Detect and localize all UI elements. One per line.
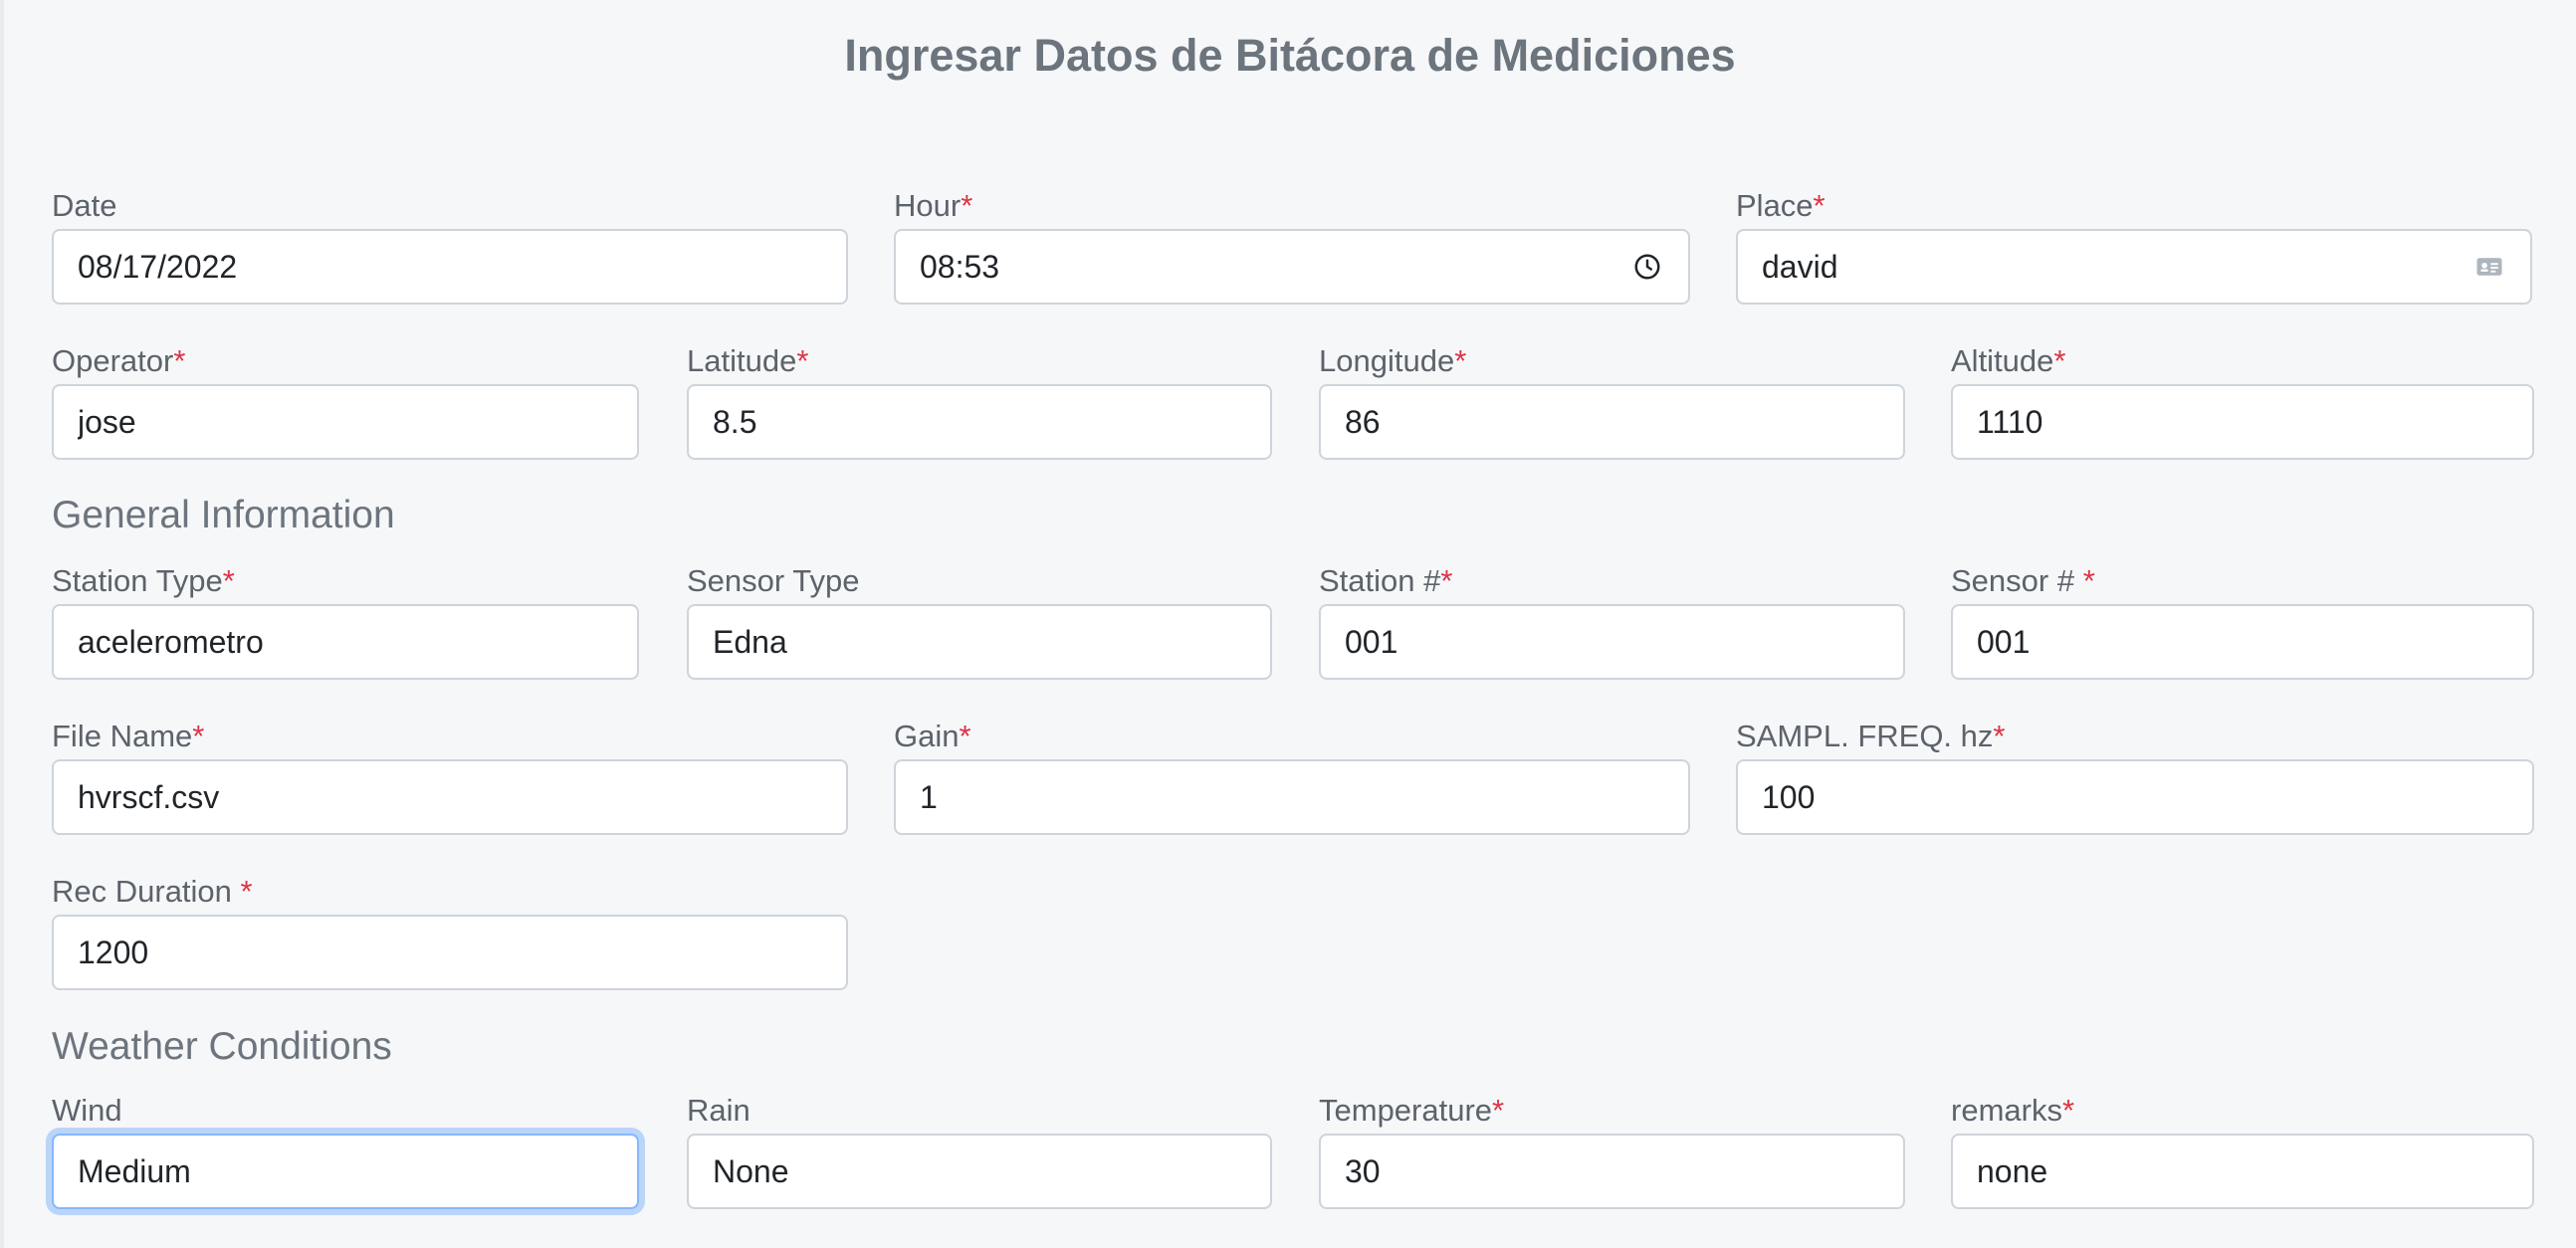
remarks-input[interactable] [1977,1152,2508,1190]
rain-input-box [687,1134,1272,1209]
file-name-field: File Name* [52,718,848,835]
temperature-field: Temperature* [1319,1092,1905,1209]
file-name-label: File Name* [52,719,205,753]
operator-input[interactable] [78,403,613,441]
rec-duration-input[interactable] [78,934,822,971]
contact-card-icon[interactable] [2472,250,2506,284]
operator-field: Operator* [52,342,639,460]
weather-conditions-heading: Weather Conditions [52,1025,392,1068]
longitude-input[interactable] [1345,403,1879,441]
latitude-input[interactable] [713,403,1246,441]
temperature-input-box [1319,1134,1905,1209]
altitude-input-box [1951,384,2534,460]
longitude-field: Longitude* [1319,342,1905,460]
station-number-input-box [1319,604,1905,680]
sampling-frequency-label: SAMPL. FREQ. hz* [1736,719,2006,753]
latitude-input-box [687,384,1272,460]
sensor-number-label: Sensor # * [1951,563,2095,598]
place-label: Place* [1736,188,1825,223]
operator-label: Operator* [52,343,186,378]
longitude-input-box [1319,384,1905,460]
sensor-number-field: Sensor # * [1951,562,2534,680]
sampling-frequency-field: SAMPL. FREQ. hz* [1736,718,2534,835]
rain-input[interactable] [713,1152,1246,1190]
date-input-box [52,229,848,305]
rain-label: Rain [687,1093,751,1128]
gain-input[interactable] [920,778,1664,816]
station-number-input[interactable] [1345,623,1879,661]
page-title: Ingresar Datos de Bitácora de Mediciones [844,30,1736,81]
longitude-label: Longitude* [1319,343,1467,378]
altitude-label: Altitude* [1951,343,2066,378]
rec-duration-label: Rec Duration * [52,874,253,909]
latitude-label: Latitude* [687,343,809,378]
altitude-field: Altitude* [1951,342,2534,460]
place-field: Place* [1736,187,2532,305]
remarks-input-box [1951,1134,2534,1209]
station-type-field: Station Type* [52,562,639,680]
date-field: Date [52,187,848,305]
hour-input-box [894,229,1690,305]
sampling-frequency-input-box [1736,759,2534,835]
hour-field: Hour* [894,187,1690,305]
wind-label: Wind [52,1093,122,1128]
hour-input[interactable] [920,248,1630,286]
date-input[interactable] [78,248,822,286]
sensor-type-field: Sensor Type [687,562,1272,680]
station-number-field: Station #* [1319,562,1905,680]
sensor-type-label: Sensor Type [687,563,860,598]
sensor-number-input[interactable] [1977,623,2508,661]
sensor-type-input-box [687,604,1272,680]
operator-input-box [52,384,639,460]
rain-field: Rain [687,1092,1272,1209]
remarks-label: remarks* [1951,1093,2075,1128]
gain-input-box [894,759,1690,835]
place-input-box [1736,229,2532,305]
rec-duration-field: Rec Duration * [52,873,848,990]
station-type-label: Station Type* [52,563,235,598]
station-number-label: Station #* [1319,563,1453,598]
rec-duration-input-box [52,915,848,990]
gain-field: Gain* [894,718,1690,835]
clock-icon[interactable] [1630,250,1664,284]
form-page: Ingresar Datos de Bitácora de Mediciones… [0,0,2576,1248]
sensor-number-input-box [1951,604,2534,680]
file-name-input[interactable] [78,778,822,816]
file-name-input-box [52,759,848,835]
sensor-type-input[interactable] [713,623,1246,661]
date-label: Date [52,188,117,223]
altitude-input[interactable] [1977,403,2508,441]
latitude-field: Latitude* [687,342,1272,460]
wind-field: Wind [52,1092,639,1209]
remarks-field: remarks* [1951,1092,2534,1209]
place-input[interactable] [1762,248,2472,286]
temperature-input[interactable] [1345,1152,1879,1190]
temperature-label: Temperature* [1319,1093,1505,1128]
wind-input[interactable] [78,1152,613,1190]
station-type-input[interactable] [78,623,613,661]
gain-label: Gain* [894,719,971,753]
station-type-input-box [52,604,639,680]
general-information-heading: General Information [52,494,395,536]
sampling-frequency-input[interactable] [1762,778,2508,816]
wind-input-box [52,1134,639,1209]
hour-label: Hour* [894,188,973,223]
